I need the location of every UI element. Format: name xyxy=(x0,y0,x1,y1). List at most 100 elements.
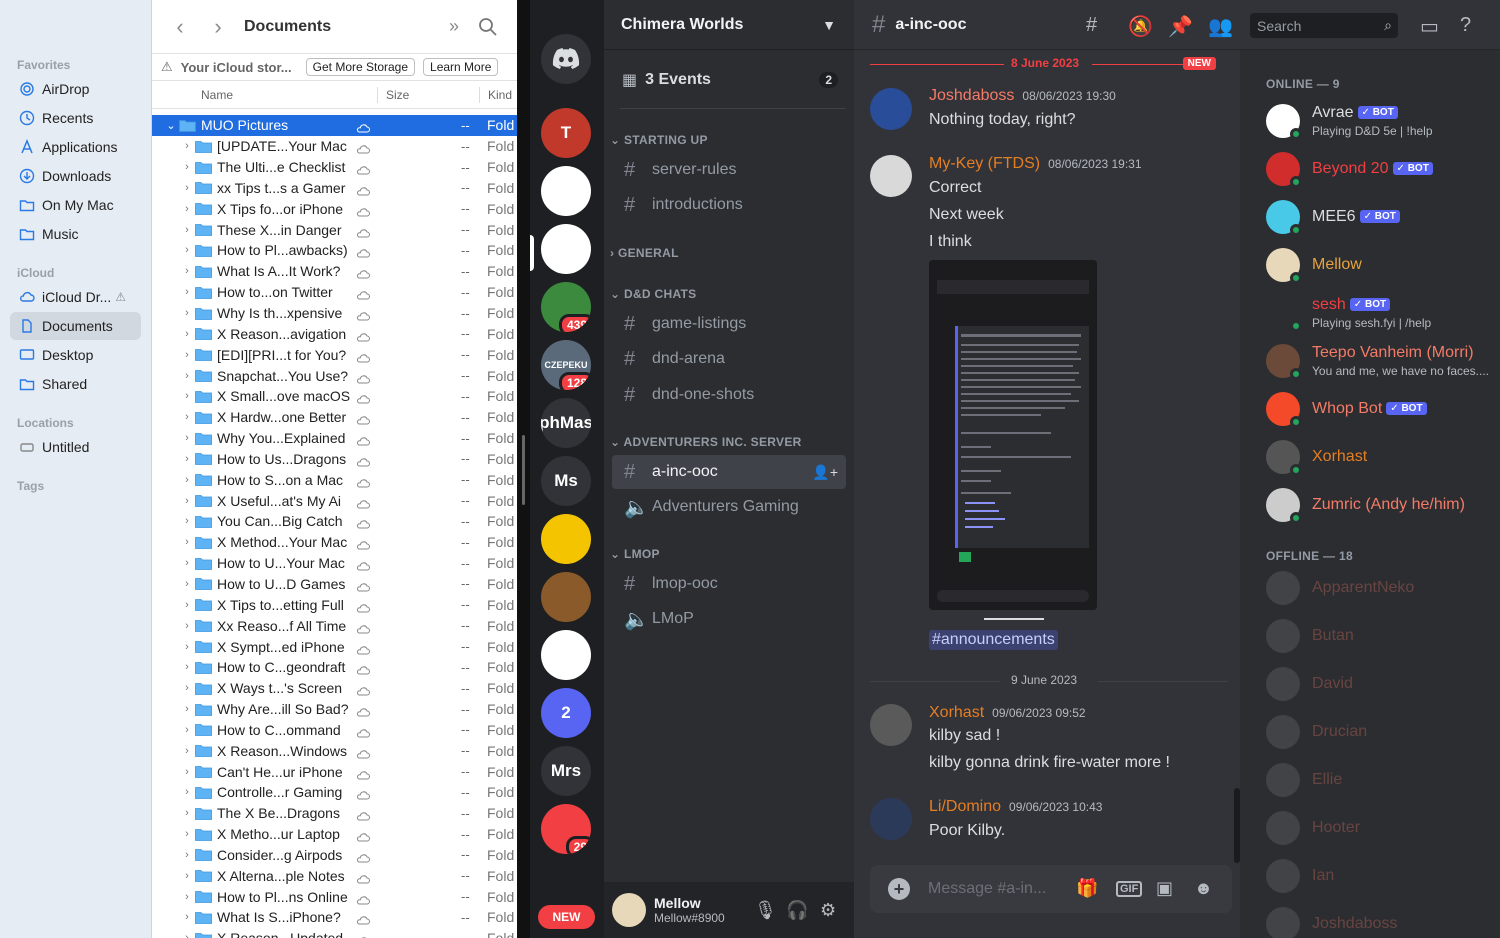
channel-adventurers-gaming[interactable]: 🔈 Adventurers Gaming xyxy=(612,490,846,524)
microphone-icon[interactable]: 🎙 xyxy=(754,900,777,921)
pin-icon[interactable]: 📌 xyxy=(1168,14,1193,39)
table-row[interactable]: › The X Be...Dragons -- Fold xyxy=(152,803,517,824)
chevron-right-icon[interactable]: › xyxy=(182,786,192,798)
member-item[interactable]: sesh ✓ BOT Playing sesh.fyi | /help xyxy=(1266,292,1496,336)
chevron-right-icon[interactable]: › xyxy=(182,932,192,938)
channel-dnd-arena[interactable]: # dnd-arena xyxy=(612,342,846,376)
avatar[interactable] xyxy=(870,88,912,130)
chevron-right-icon[interactable]: › xyxy=(182,286,192,298)
get-more-storage-button[interactable]: Get More Storage xyxy=(305,58,416,76)
chevron-right-icon[interactable]: › xyxy=(182,620,192,632)
back-icon[interactable]: ‹ xyxy=(170,14,190,39)
emoji-icon[interactable]: ☻ xyxy=(1194,878,1213,899)
column-size[interactable]: Size xyxy=(386,88,409,102)
channel-lmop-voice[interactable]: 🔈 LMoP xyxy=(612,602,846,636)
gear-icon[interactable]: ⚙ xyxy=(820,900,836,921)
member-item[interactable]: David xyxy=(1266,663,1496,707)
chevron-right-icon[interactable]: › xyxy=(182,703,192,715)
discord-home-icon[interactable] xyxy=(541,34,591,84)
channel-mention-link[interactable]: #announcements xyxy=(929,630,1058,650)
sidebar-item-icloud-drive[interactable]: iCloud Dr... ⚠ xyxy=(10,283,141,311)
chevron-right-icon[interactable]: › xyxy=(182,244,192,256)
chevron-right-icon[interactable]: › xyxy=(182,724,192,736)
chevron-right-icon[interactable]: › xyxy=(182,682,192,694)
chevron-right-icon[interactable]: › xyxy=(182,161,192,173)
avatar[interactable] xyxy=(870,704,912,746)
table-row[interactable]: › Xx Reaso...f All Time -- Fold xyxy=(152,615,517,636)
table-row[interactable]: › X Reason...Windows -- Fold xyxy=(152,740,517,761)
member-item[interactable]: Hooter xyxy=(1266,807,1496,851)
member-item[interactable]: Zumric (Andy he/him) xyxy=(1266,484,1496,528)
table-row[interactable]: › X Tips fo...or iPhone -- Fold xyxy=(152,198,517,219)
table-row[interactable]: › How to C...geondraft -- Fold xyxy=(152,657,517,678)
gif-icon[interactable]: GIF xyxy=(1116,881,1143,897)
member-item[interactable]: ApparentNeko xyxy=(1266,567,1496,611)
table-row[interactable]: › How to U...D Games -- Fold xyxy=(152,574,517,595)
member-item[interactable]: Xorhast xyxy=(1266,436,1496,480)
table-row[interactable]: › Snapchat...You Use? -- Fold xyxy=(152,365,517,386)
category-general[interactable]: › GENERAL xyxy=(610,246,679,260)
server-icon[interactable] xyxy=(541,630,591,680)
split-divider[interactable] xyxy=(517,0,530,938)
threads-icon[interactable]: # xyxy=(1086,14,1097,37)
channel-game-listings[interactable]: # game-listings xyxy=(612,307,846,341)
table-row[interactable]: › How to U...Your Mac -- Fold xyxy=(152,553,517,574)
chevron-right-icon[interactable]: › xyxy=(182,661,192,673)
server-icon[interactable]: Mrs xyxy=(541,746,591,796)
chevron-right-icon[interactable]: › xyxy=(182,745,192,757)
table-row[interactable]: › [UPDATE...Your Mac -- Fold xyxy=(152,136,517,157)
chevron-right-icon[interactable]: › xyxy=(182,515,192,527)
server-icon[interactable]: Ms xyxy=(541,456,591,506)
table-row[interactable]: › Consider...g Airpods -- Fold xyxy=(152,845,517,866)
table-row[interactable]: › xx Tips t...s a Gamer -- Fold xyxy=(152,178,517,199)
sidebar-item-downloads[interactable]: Downloads xyxy=(10,162,141,190)
chevron-right-icon[interactable]: › xyxy=(182,328,192,340)
server-icon[interactable] xyxy=(541,224,591,274)
search-icon[interactable] xyxy=(478,17,498,42)
table-row[interactable]: › How to Pl...awbacks) -- Fold xyxy=(152,240,517,261)
add-attachment-icon[interactable]: + xyxy=(888,878,910,900)
table-row[interactable]: › Why Is th...xpensive -- Fold xyxy=(152,303,517,324)
table-row[interactable]: › X Small...ove macOS -- Fold xyxy=(152,386,517,407)
member-item[interactable]: Beyond 20 ✓ BOT xyxy=(1266,148,1496,192)
member-item[interactable]: Mellow xyxy=(1266,244,1496,288)
table-row[interactable]: › X Method...Your Mac -- Fold xyxy=(152,532,517,553)
chevron-right-icon[interactable]: › xyxy=(182,807,192,819)
member-item[interactable]: Avrae ✓ BOT Playing D&D 5e | !help xyxy=(1266,100,1496,144)
table-row[interactable]: ⌄ MUO Pictures -- Fold xyxy=(152,115,517,136)
screenshot-attachment[interactable] xyxy=(929,260,1097,610)
inbox-icon[interactable]: ▭ xyxy=(1420,14,1439,39)
channel-dnd-one-shots[interactable]: # dnd-one-shots xyxy=(612,378,846,412)
table-row[interactable]: › How to...on Twitter -- Fold xyxy=(152,282,517,303)
forward-icon[interactable]: › xyxy=(208,14,228,39)
table-row[interactable]: › Why Are...ill So Bad? -- Fold xyxy=(152,699,517,720)
message-input[interactable]: Message #a-in... xyxy=(928,880,1046,898)
chevron-right-icon[interactable]: › xyxy=(182,370,192,382)
sticker-icon[interactable]: ▣ xyxy=(1156,878,1173,899)
chevron-right-icon[interactable]: › xyxy=(182,536,192,548)
table-row[interactable]: › X Sympt...ed iPhone -- Fold xyxy=(152,636,517,657)
sidebar-item-untitled[interactable]: Untitled xyxy=(10,433,141,461)
message-composer[interactable]: + Message #a-in... 🎁 GIF ▣ ☻ xyxy=(870,865,1232,913)
chevron-right-icon[interactable]: › xyxy=(182,390,192,402)
table-row[interactable]: › X Metho...ur Laptop -- Fold xyxy=(152,824,517,845)
table-row[interactable]: › How to C...ommand -- Fold xyxy=(152,719,517,740)
chevron-right-icon[interactable]: › xyxy=(182,891,192,903)
member-item[interactable]: Joshdaboss xyxy=(1266,903,1496,938)
channel-server-rules[interactable]: # server-rules xyxy=(612,153,846,187)
server-header[interactable]: Chimera Worlds ▼ xyxy=(604,0,854,50)
chevron-right-icon[interactable]: › xyxy=(182,411,192,423)
search-input[interactable]: Search ⌕ xyxy=(1250,13,1398,38)
headphones-icon[interactable]: 🎧 xyxy=(786,900,808,921)
server-icon[interactable] xyxy=(541,572,591,622)
channel-a-inc-ooc[interactable]: # a-inc-ooc 👤+ xyxy=(612,455,846,489)
table-row[interactable]: › X Tips to...etting Full -- Fold xyxy=(152,594,517,615)
table-row[interactable]: › How to Pl...ns Online -- Fold xyxy=(152,886,517,907)
channel-lmop-ooc[interactable]: # lmop-ooc xyxy=(612,567,846,601)
server-icon[interactable]: 439 xyxy=(541,282,591,332)
table-row[interactable]: › Controlle...r Gaming -- Fold xyxy=(152,782,517,803)
events-item[interactable]: ▦ 3 Events 2 xyxy=(612,62,846,98)
chevron-right-icon[interactable]: › xyxy=(182,182,192,194)
sidebar-item-desktop[interactable]: Desktop xyxy=(10,341,141,369)
server-icon[interactable]: T xyxy=(541,108,591,158)
